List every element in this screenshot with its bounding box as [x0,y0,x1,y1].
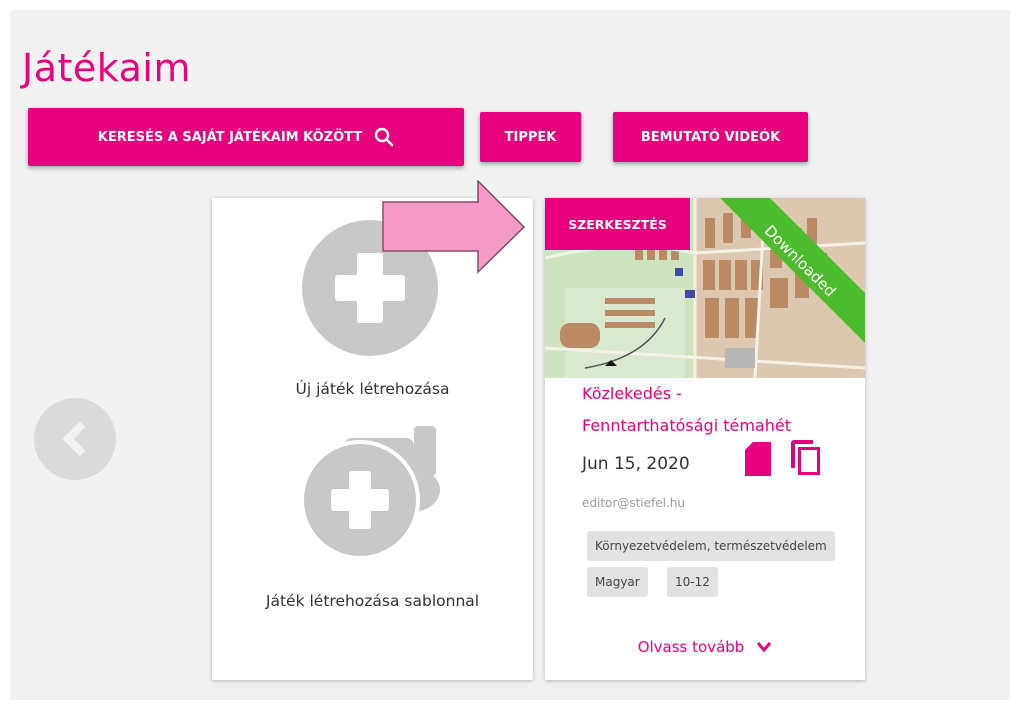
read-more-link[interactable]: Olvass tovább [545,638,865,656]
demo-videos-button[interactable]: BEMUTATÓ VIDEÓK [613,112,808,162]
annotation-arrow [382,180,526,274]
game-title[interactable]: Közlekedés - Fenntarthatósági témahét [582,378,852,442]
template-game-option[interactable]: Játék létrehozása sablonnal [212,418,533,618]
search-button-label: KERESÉS A SAJÁT JÁTÉKAIM KÖZÖTT [97,129,363,145]
game-author: editor@stiefel.hu [582,496,685,510]
read-more-label: Olvass tovább [637,638,745,656]
page-title: Játékaim [22,46,191,90]
chevron-left-icon [62,421,86,457]
template-plus-icon [302,426,440,556]
tips-button[interactable]: TIPPEK [480,112,581,162]
copy-icon[interactable] [789,440,821,476]
previous-button[interactable] [34,398,116,480]
template-game-label: Játék létrehozása sablonnal [265,592,480,610]
tag-age: 10-12 [667,567,718,597]
edit-button[interactable]: SZERKESZTÉS [545,198,690,250]
search-icon [375,127,394,147]
game-title-line-1: Közlekedés - [582,384,682,403]
game-title-line-2: Fenntarthatósági témahét [582,416,791,435]
tag-topic: Környezetvédelem, természetvédelem [587,531,835,561]
game-card: Downloaded SZERKESZTÉS Közlekedés - Fenn… [545,198,865,680]
new-game-label: Új játék létrehozása [295,380,450,398]
tag-subject: Magyar [587,567,648,597]
search-my-games-button[interactable]: KERESÉS A SAJÁT JÁTÉKAIM KÖZÖTT [28,108,464,166]
file-icon[interactable] [745,442,771,476]
game-date: Jun 15, 2020 [582,454,690,474]
chevron-down-icon [757,642,772,653]
